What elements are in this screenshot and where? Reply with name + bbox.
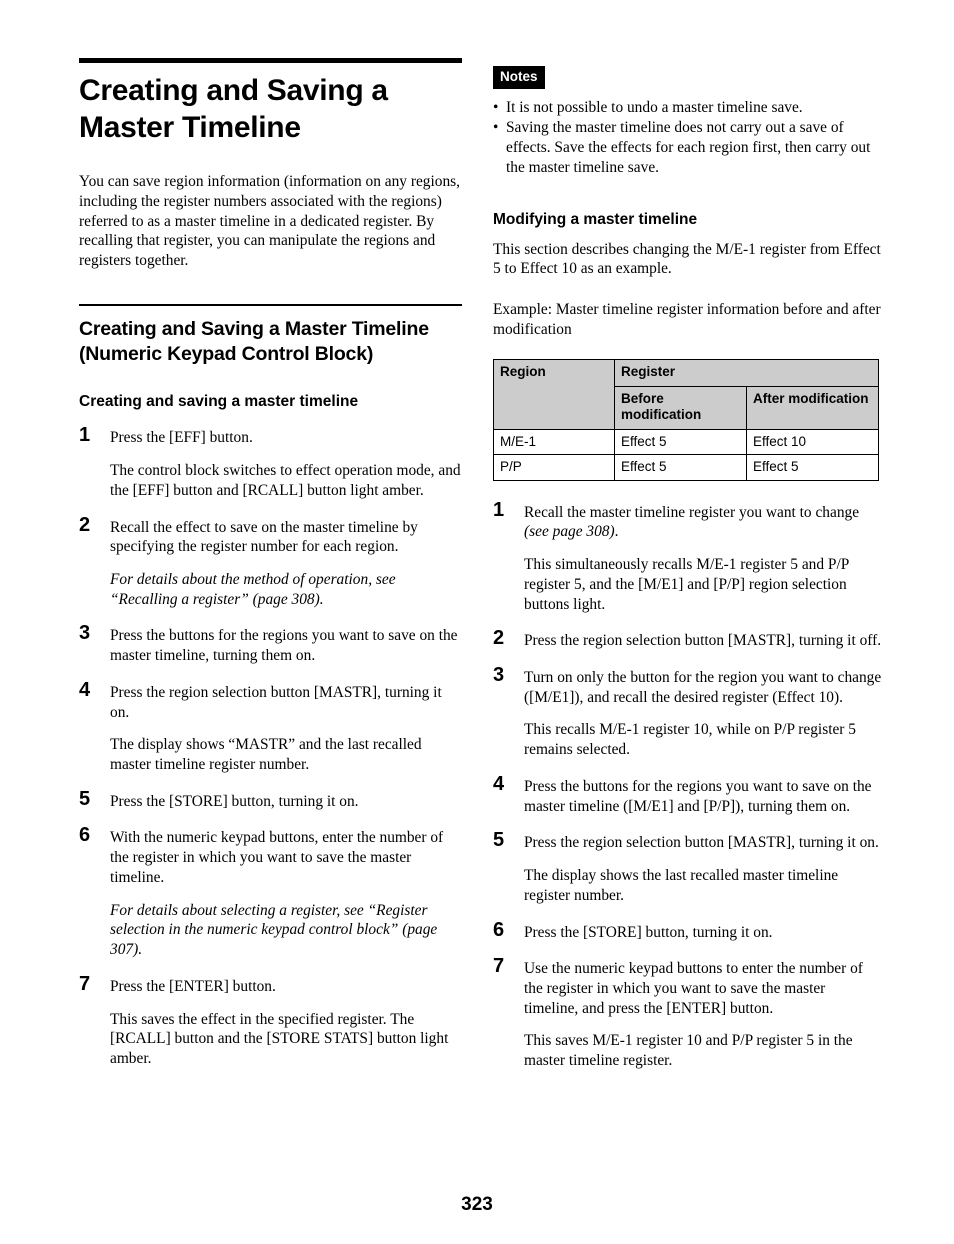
step-number: 6 bbox=[493, 918, 505, 941]
step-text: With the numeric keypad buttons, enter t… bbox=[110, 829, 444, 886]
register-table: Region Register Before modification Afte… bbox=[493, 359, 879, 481]
step-text-tail: . bbox=[614, 523, 619, 541]
section-rule bbox=[79, 303, 462, 306]
step-number: 5 bbox=[79, 787, 91, 810]
step-detail: This simultaneously recalls M/E-1 regist… bbox=[524, 556, 849, 613]
step-number: 2 bbox=[493, 627, 505, 650]
step-text: Press the [ENTER] button. bbox=[110, 977, 276, 995]
step-item: 2 Press the region selection button [MAS… bbox=[493, 627, 883, 651]
note-item: Saving the master timeline does not carr… bbox=[493, 118, 883, 177]
step-text: Turn on only the button for the region y… bbox=[524, 669, 882, 706]
step-number: 2 bbox=[79, 513, 91, 536]
document-page: Creating and Saving a Master Timeline Yo… bbox=[0, 0, 954, 1244]
step-detail: The display shows “MASTR” and the last r… bbox=[110, 736, 422, 774]
step-number: 4 bbox=[493, 772, 505, 795]
step-item: 4 Press the region selection button [MAS… bbox=[79, 678, 462, 775]
step-detail: This saves M/E-1 register 10 and P/P reg… bbox=[524, 1032, 853, 1070]
cell-after: Effect 5 bbox=[746, 454, 879, 481]
step-item: 7 Press the [ENTER] button. This saves t… bbox=[79, 972, 462, 1069]
step-text: Use the numeric keypad buttons to enter … bbox=[524, 960, 863, 1017]
step-text: Press the region selection button [MASTR… bbox=[524, 834, 879, 852]
page-title: Creating and Saving a Master Timeline bbox=[79, 74, 388, 144]
step-text: Recall the master timeline register you … bbox=[524, 503, 883, 542]
step-item: 6 With the numeric keypad buttons, enter… bbox=[79, 824, 462, 959]
step-number: 1 bbox=[493, 498, 505, 521]
step-detail: The display shows the last recalled mast… bbox=[524, 867, 839, 904]
left-column: Creating and Saving a Master Timeline Yo… bbox=[79, 58, 462, 1069]
step-detail: The control block switches to effect ope… bbox=[110, 462, 461, 499]
step-detail: This saves the effect in the specified r… bbox=[110, 1010, 449, 1067]
step-number: 1 bbox=[79, 424, 91, 447]
step-item: 1 Recall the master timeline register yo… bbox=[493, 498, 883, 615]
step-number: 5 bbox=[493, 829, 505, 852]
cell-region: P/P bbox=[493, 454, 615, 481]
step-detail-reference: For details about selecting a register, … bbox=[110, 901, 438, 959]
notes-list: It is not possible to undo a master time… bbox=[493, 98, 883, 178]
step-item: 7 Use the numeric keypad buttons to ente… bbox=[493, 955, 883, 1071]
right-steps-list: 1 Recall the master timeline register yo… bbox=[493, 498, 883, 1071]
step-number: 7 bbox=[493, 955, 505, 978]
cell-region: M/E-1 bbox=[493, 428, 615, 456]
step-item: 4 Press the buttons for the regions you … bbox=[493, 772, 883, 816]
modifying-subsection-heading: Modifying a master timeline bbox=[493, 211, 698, 229]
step-item: 5 Press the region selection button [MAS… bbox=[493, 829, 883, 905]
table-header-before: Before modification bbox=[614, 385, 747, 430]
step-text-lead: Recall the master timeline register you … bbox=[524, 503, 860, 521]
section-heading: Creating and Saving a Master Timeline (N… bbox=[79, 317, 429, 365]
step-text: Press the [EFF] button. bbox=[110, 429, 253, 447]
step-item: 5 Press the [STORE] button, turning it o… bbox=[79, 787, 462, 812]
left-steps-list: 1 Press the [EFF] button. The control bl… bbox=[79, 424, 462, 1069]
step-item: 2 Recall the effect to save on the maste… bbox=[79, 513, 462, 610]
modifying-intro: This section describes changing the M/E-… bbox=[493, 240, 881, 278]
table-header-after: After modification bbox=[746, 385, 879, 430]
subsection-heading: Creating and saving a master timeline bbox=[79, 393, 359, 411]
table-row: M/E-1 Effect 5 Effect 10 bbox=[493, 428, 879, 456]
intro-paragraph: You can save region information (informa… bbox=[79, 173, 460, 270]
step-text: Press the buttons for the regions you wa… bbox=[110, 627, 458, 665]
example-caption: Example: Master timeline register inform… bbox=[493, 300, 881, 338]
table-header-region: Region bbox=[493, 359, 615, 430]
right-column: Notes It is not possible to undo a maste… bbox=[493, 66, 883, 1071]
step-text: Press the region selection button [MASTR… bbox=[110, 683, 442, 721]
step-detail: This recalls M/E-1 register 10, while on… bbox=[524, 721, 856, 759]
step-text: Press the region selection button [MASTR… bbox=[524, 632, 882, 650]
step-text-reference: (see page 308) bbox=[524, 523, 615, 541]
note-item: It is not possible to undo a master time… bbox=[493, 98, 883, 118]
step-number: 3 bbox=[79, 622, 91, 645]
step-number: 7 bbox=[79, 972, 91, 995]
cell-before: Effect 5 bbox=[614, 454, 747, 481]
step-item: 6 Press the [STORE] button, turning it o… bbox=[493, 918, 883, 943]
step-text: Press the [STORE] button, turning it on. bbox=[524, 923, 773, 941]
step-text: Press the [STORE] button, turning it on. bbox=[110, 792, 359, 810]
step-item: 1 Press the [EFF] button. The control bl… bbox=[79, 424, 462, 500]
cell-before: Effect 5 bbox=[614, 428, 747, 456]
table-header-register: Register bbox=[614, 359, 879, 387]
cell-after: Effect 10 bbox=[746, 428, 879, 456]
step-text: Recall the effect to save on the master … bbox=[110, 518, 418, 556]
table-row: P/P Effect 5 Effect 5 bbox=[493, 454, 879, 481]
step-number: 3 bbox=[493, 664, 505, 687]
step-item: 3 Turn on only the button for the region… bbox=[493, 664, 883, 760]
step-item: 3 Press the buttons for the regions you … bbox=[79, 622, 462, 665]
step-number: 4 bbox=[79, 678, 91, 701]
notes-block: Notes It is not possible to undo a maste… bbox=[493, 66, 883, 177]
notes-label: Notes bbox=[493, 66, 545, 89]
step-text: Press the buttons for the regions you wa… bbox=[524, 777, 872, 815]
table-header-row: Region Register bbox=[493, 359, 879, 430]
page-number: 323 bbox=[461, 1194, 493, 1215]
title-rule bbox=[79, 58, 462, 63]
step-number: 6 bbox=[79, 824, 91, 847]
step-detail-reference: For details about the method of operatio… bbox=[110, 571, 396, 608]
